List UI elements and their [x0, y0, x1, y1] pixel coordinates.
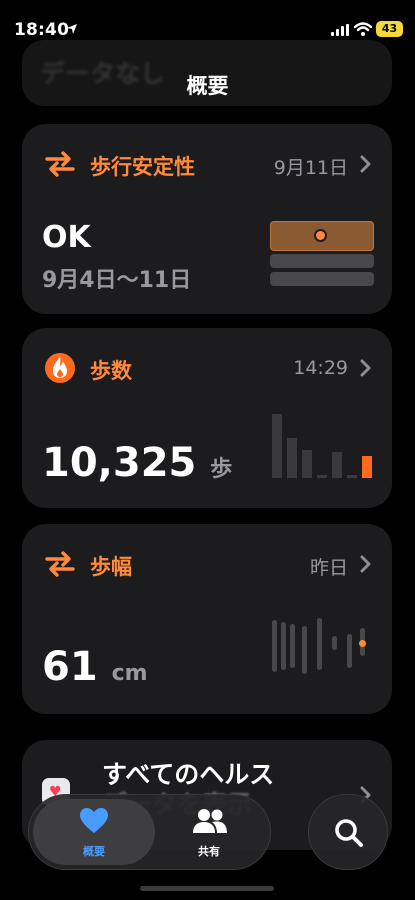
steps-card[interactable]: 歩数 14:29 10,325 歩	[22, 328, 392, 508]
walking-steadiness-card[interactable]: 歩行安定性 9月11日 OK 9月4日〜11日	[22, 124, 392, 314]
status-time: 18:40	[14, 20, 70, 40]
chevron-right-icon	[360, 155, 371, 173]
card-header: 歩行安定性 9月11日	[42, 146, 372, 182]
chevron-right-icon	[360, 555, 371, 573]
range-line	[332, 636, 337, 650]
steps-value-row: 10,325 歩	[42, 440, 232, 486]
card-title: 歩幅	[90, 555, 132, 579]
tab-bar: 概要 共有	[28, 794, 271, 870]
steps-bar	[272, 414, 282, 478]
steadiness-range: 9月4日〜11日	[42, 268, 192, 293]
wifi-icon	[354, 22, 372, 36]
battery-indicator: 43	[376, 21, 403, 37]
home-indicator	[140, 886, 274, 891]
steps-value: 10,325	[42, 440, 197, 486]
location-arrow-icon	[67, 24, 77, 34]
people-icon	[193, 809, 227, 833]
range-line	[281, 622, 286, 670]
steadiness-very-low-band	[270, 272, 374, 286]
tab-summary[interactable]: 概要	[33, 795, 155, 869]
arrows-icon	[45, 151, 75, 177]
cellular-signal-icon	[331, 24, 349, 36]
arrows-icon	[45, 551, 75, 577]
steps-bar-current	[362, 456, 372, 478]
search-icon	[335, 819, 363, 847]
steadiness-marker	[314, 229, 327, 242]
steps-bar	[302, 450, 312, 478]
range-line	[347, 634, 352, 668]
steps-bar	[347, 475, 357, 478]
step-length-unit: cm	[111, 661, 148, 686]
card-date: 9月11日	[273, 157, 348, 179]
card-header: 歩幅 昨日	[42, 546, 372, 582]
steps-bar	[287, 438, 297, 478]
all-health-line-1: すべてのヘルス	[102, 760, 275, 789]
card-title: 歩行安定性	[90, 155, 195, 179]
heart-icon	[80, 808, 108, 833]
page-title: 概要	[186, 74, 229, 98]
step-length-value: 61	[42, 644, 98, 690]
step-length-card[interactable]: 歩幅 昨日 61 cm	[22, 524, 392, 714]
range-line	[272, 620, 277, 672]
latest-step-length-dot	[359, 640, 366, 647]
steadiness-low-band	[270, 254, 374, 268]
card-date: 昨日	[309, 557, 348, 579]
card-header: 歩数 14:29	[42, 350, 372, 386]
steps-unit: 歩	[210, 457, 233, 482]
search-button[interactable]	[308, 794, 388, 870]
card-title: 歩数	[90, 359, 132, 383]
chevron-right-icon	[360, 359, 371, 377]
card-date: 14:29	[293, 357, 348, 379]
steadiness-value: OK	[42, 220, 91, 255]
steps-mini-chart	[270, 414, 374, 478]
steps-bar	[317, 475, 327, 478]
tab-sharing[interactable]: 共有	[148, 795, 270, 869]
range-line	[302, 626, 307, 674]
step-length-value-row: 61 cm	[42, 644, 148, 690]
range-line	[317, 618, 322, 670]
range-line	[290, 624, 295, 668]
steps-bar	[332, 452, 342, 478]
tab-sharing-label: 共有	[198, 845, 220, 858]
flame-icon	[45, 353, 75, 383]
tab-summary-label: 概要	[83, 845, 105, 858]
